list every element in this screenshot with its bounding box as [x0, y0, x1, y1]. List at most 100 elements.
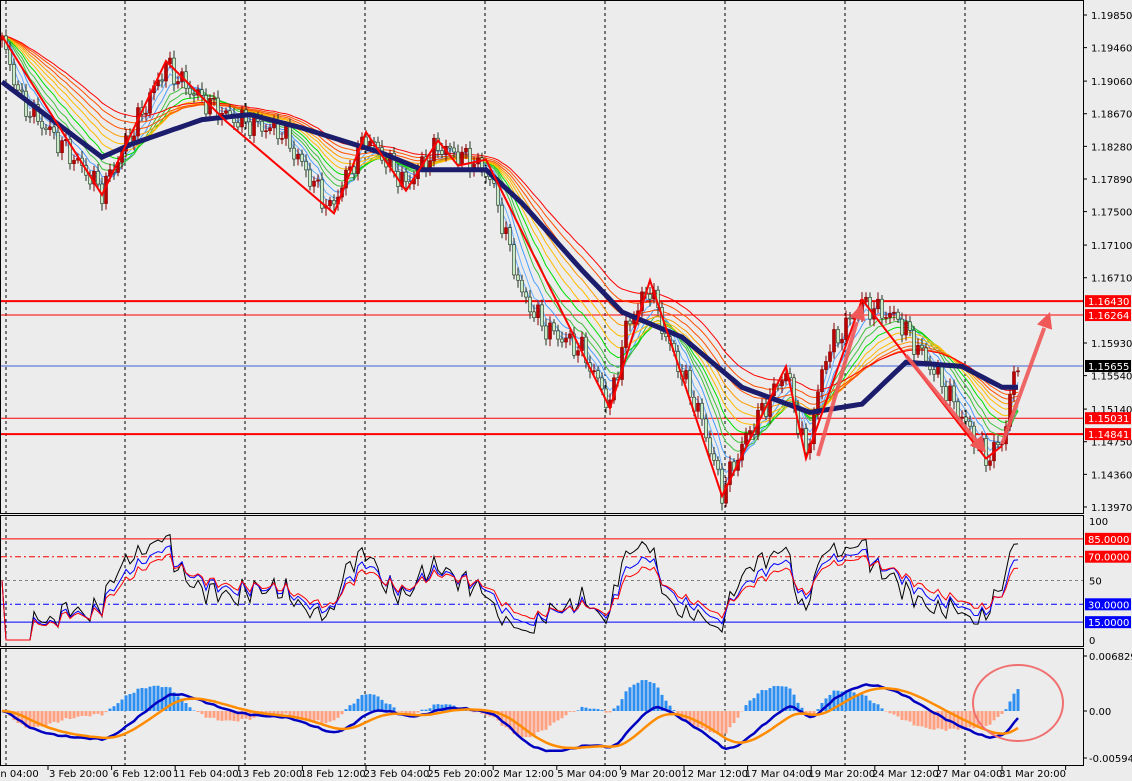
- macd-tick-label: 0.00: [1089, 707, 1111, 718]
- macd-histogram-bar: [60, 711, 64, 721]
- macd-histogram-bar: [868, 700, 872, 711]
- price-tick-label: 1.13970: [1091, 503, 1132, 514]
- macd-histogram-bar: [984, 711, 988, 726]
- candle: [540, 304, 544, 327]
- macd-histogram-bar: [124, 695, 128, 711]
- macd-histogram-bar: [544, 711, 548, 730]
- macd-histogram-bar: [540, 711, 544, 731]
- macd-histogram-bar: [716, 711, 720, 733]
- macd-histogram-bar: [524, 711, 528, 738]
- candle: [996, 442, 1000, 446]
- candle: [684, 370, 688, 380]
- candle: [188, 87, 192, 95]
- macd-histogram-bar: [768, 688, 772, 711]
- candle: [204, 95, 208, 115]
- candle: [712, 453, 716, 461]
- candle: [840, 339, 844, 344]
- macd-histogram-bar: [320, 711, 324, 723]
- candle: [912, 330, 916, 355]
- candle: [508, 227, 512, 246]
- macd-histogram-bar: [420, 709, 424, 711]
- candle: [52, 126, 56, 133]
- macd-histogram-bar: [372, 694, 376, 711]
- candle: [96, 170, 100, 185]
- time-tick-label: 18 Feb 12:00: [300, 769, 366, 780]
- macd-histogram-bar: [136, 688, 140, 711]
- macd-histogram-bar: [696, 711, 700, 728]
- candle: [628, 320, 632, 325]
- macd-histogram-bar: [288, 711, 292, 716]
- time-tick-label: 23 Feb 04:00: [364, 769, 430, 780]
- candle: [524, 291, 528, 298]
- macd-histogram-bar: [88, 711, 92, 717]
- macd-histogram-bar: [108, 708, 112, 711]
- candle: [924, 347, 928, 362]
- candle: [988, 460, 992, 466]
- macd-histogram-bar: [396, 711, 400, 712]
- macd-histogram-bar: [648, 681, 652, 711]
- macd-histogram-bar: [356, 698, 360, 711]
- macd-histogram-bar: [924, 711, 928, 728]
- macd-histogram-bar: [112, 706, 116, 711]
- candle: [864, 297, 868, 300]
- macd-histogram-bar: [764, 690, 768, 711]
- candle: [20, 89, 24, 92]
- candle: [716, 460, 720, 470]
- macd-histogram-bar: [756, 693, 760, 711]
- candle: [512, 244, 516, 276]
- macd-histogram-bar: [128, 694, 132, 711]
- macd-histogram-bar: [384, 703, 388, 711]
- macd-histogram-bar: [176, 696, 180, 711]
- candle: [844, 317, 848, 340]
- candle: [332, 200, 336, 205]
- macd-histogram-bar: [52, 711, 56, 722]
- candle: [316, 179, 320, 182]
- macd-histogram-bar: [104, 711, 108, 713]
- macd-histogram-bar: [620, 699, 624, 711]
- candle: [328, 200, 332, 207]
- macd-histogram-bar: [760, 689, 764, 711]
- time-tick-label: 25 Feb 20:00: [427, 769, 493, 780]
- candle: [952, 385, 956, 403]
- macd-histogram-bar: [224, 711, 228, 721]
- candle: [896, 311, 900, 320]
- candle: [920, 345, 924, 349]
- macd-tick-label: 0.0068298: [1089, 652, 1132, 663]
- candle: [824, 361, 828, 370]
- candle: [176, 81, 180, 85]
- candle: [892, 311, 896, 314]
- candle: [960, 416, 964, 419]
- candle: [164, 63, 168, 82]
- candle: [72, 159, 76, 164]
- candle: [900, 318, 904, 336]
- macd-histogram-bar: [988, 711, 992, 725]
- time-tick-label: 9 Mar 20:00: [621, 769, 681, 780]
- candle: [236, 122, 240, 128]
- macd-histogram-bar: [56, 711, 60, 723]
- macd-histogram-bar: [644, 680, 648, 711]
- candle: [528, 296, 532, 313]
- candle: [848, 317, 852, 320]
- price-tick-label: 1.17890: [1091, 175, 1132, 186]
- macd-histogram-bar: [580, 706, 584, 711]
- trading-chart[interactable]: 1.19850 1.19460 1.19060 1.18670 1.18280 1.178…: [0, 0, 1132, 781]
- candle: [28, 115, 32, 118]
- macd-histogram-bar: [400, 711, 404, 713]
- macd-histogram-bar: [572, 711, 576, 712]
- candle: [532, 311, 536, 319]
- macd-histogram-bar: [84, 711, 88, 716]
- macd-histogram-bar: [552, 711, 556, 723]
- level-price-label: 1.14841: [1088, 430, 1129, 441]
- candle: [828, 351, 832, 362]
- candle: [1016, 370, 1020, 373]
- candle: [744, 432, 748, 445]
- macd-histogram-bar: [904, 711, 908, 721]
- oscillator-tick-label: 50: [1089, 577, 1102, 588]
- macd-histogram-bar: [68, 711, 72, 720]
- time-tick-label: 2 Mar 12:00: [494, 769, 554, 780]
- candle: [296, 153, 300, 160]
- candle: [568, 333, 572, 339]
- macd-histogram-bar: [780, 686, 784, 711]
- candle: [56, 131, 60, 154]
- macd-histogram-bar: [392, 707, 396, 711]
